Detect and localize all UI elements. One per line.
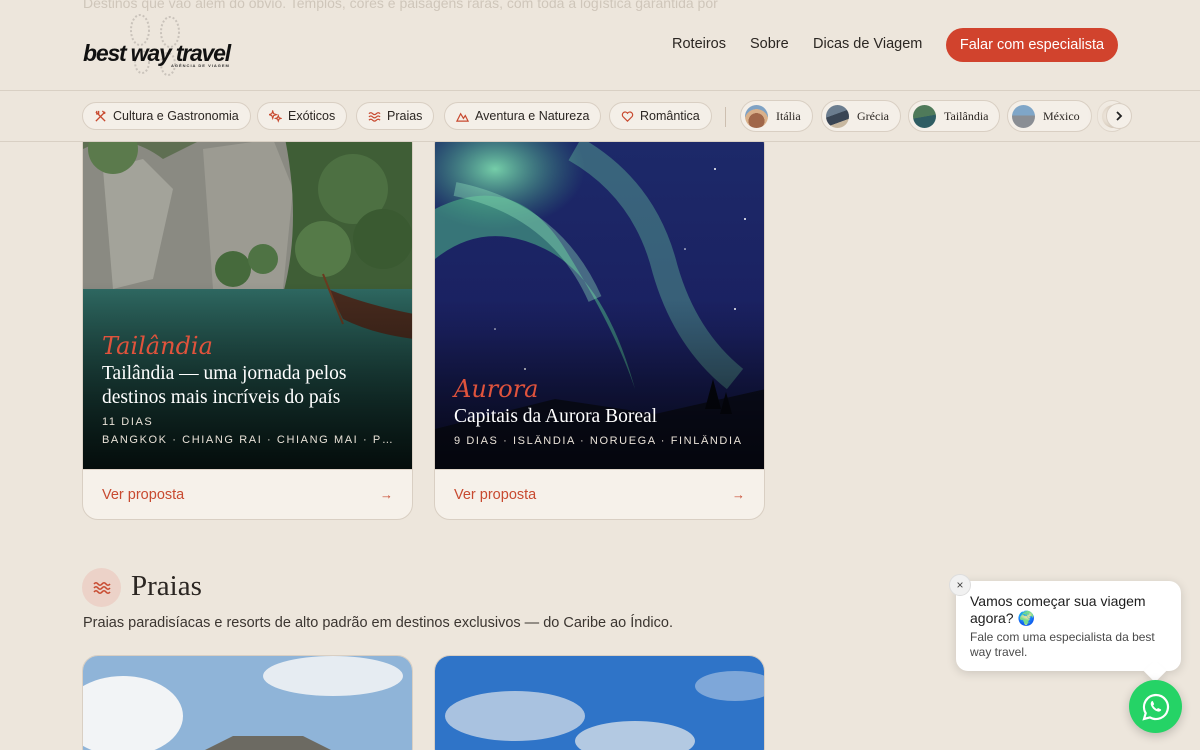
- card-script-title: Aurora: [454, 375, 539, 403]
- trip-card-praias-2[interactable]: [434, 655, 765, 750]
- nav-roteiros[interactable]: Roteiros: [672, 36, 726, 52]
- beach-photo: [435, 656, 764, 750]
- site-header: Destinos que vão além do óbvio. Templos,…: [0, 0, 1200, 91]
- filter-label: Exóticos: [288, 109, 336, 123]
- close-chat-bubble-button[interactable]: ×: [949, 574, 971, 596]
- view-proposal-link[interactable]: Ver proposta: [102, 487, 184, 503]
- heart-icon: [621, 110, 634, 122]
- card-places: BANGKOK · CHIANG RAI · CHIANG MAI · PHUK…: [102, 434, 393, 446]
- destination-label: México: [1043, 108, 1080, 123]
- logo-tagline: AGÊNCIA DE VIAGEM: [171, 63, 230, 68]
- arrow-right-icon: →: [380, 487, 393, 502]
- chat-bubble-subtitle: Fale com uma especialista da best way tr…: [970, 630, 1155, 659]
- chat-bubble-title: Vamos começar sua viagem agora? 🌍: [970, 593, 1146, 626]
- card-image-tailandia: Tailândia Tailândia — uma jornada pelos …: [83, 129, 412, 469]
- card-image-aurora: Aurora Capitais da Aurora Boreal 9 DIAS …: [435, 129, 764, 469]
- destination-tailandia[interactable]: Tailândia: [908, 100, 1001, 132]
- chat-bubble[interactable]: Vamos começar sua viagem agora? 🌍 Fale c…: [956, 581, 1181, 671]
- sparkle-icon: [269, 109, 282, 123]
- filter-label: Aventura e Natureza: [475, 109, 590, 123]
- card-title: Tailândia — uma jornada pelos destinos m…: [102, 363, 347, 408]
- view-proposal-link[interactable]: Ver proposta: [454, 487, 536, 503]
- card-script-title: Tailândia: [102, 332, 213, 360]
- card-text: Aurora Capitais da Aurora Boreal 9 DIAS …: [454, 375, 745, 447]
- destination-label: Grécia: [857, 108, 889, 123]
- utensils-icon: [95, 109, 106, 122]
- destination-grecia[interactable]: Grécia: [821, 100, 901, 132]
- card-footer: Ver proposta →: [435, 469, 764, 519]
- section-description: Praias paradisíacas e resorts de alto pa…: [83, 615, 673, 631]
- beach-photo: [83, 656, 412, 750]
- mexico-thumbnail: [1012, 104, 1035, 128]
- whatsapp-button[interactable]: [1129, 680, 1182, 733]
- card-meta: 9 DIAS · ISLÂNDIA · NORUEGA · FINLÂNDIA: [454, 435, 743, 447]
- grecia-thumbnail: [826, 104, 849, 128]
- destination-mexico[interactable]: México: [1007, 100, 1092, 132]
- destination-label: Itália: [776, 108, 801, 123]
- section-praias-icon: [82, 568, 121, 607]
- whatsapp-icon: [1141, 693, 1169, 721]
- card-footer: Ver proposta →: [83, 469, 412, 519]
- waves-icon: [368, 111, 381, 122]
- talk-to-specialist-button[interactable]: Falar com especialista: [946, 28, 1118, 62]
- filter-label: Praias: [387, 109, 423, 123]
- destination-label: Tailândia: [944, 108, 989, 123]
- trip-card-aurora[interactable]: Aurora Capitais da Aurora Boreal 9 DIAS …: [434, 128, 765, 520]
- chevron-right-icon: [1116, 111, 1123, 121]
- filter-label: Romântica: [640, 109, 700, 123]
- filter-romantica[interactable]: Romântica: [609, 102, 712, 130]
- section-title: Praias: [131, 570, 202, 602]
- logo[interactable]: best way travel AGÊNCIA DE VIAGEM: [83, 10, 233, 82]
- trip-card-praias-1[interactable]: [82, 655, 413, 750]
- nav-dicas-de-viagem[interactable]: Dicas de Viagem: [813, 36, 922, 52]
- filter-aventura-natureza[interactable]: Aventura e Natureza: [444, 102, 602, 130]
- filter-praias[interactable]: Praias: [356, 102, 435, 130]
- trip-card-tailandia[interactable]: Tailândia Tailândia — uma jornada pelos …: [82, 128, 413, 520]
- filter-cultura-gastronomia[interactable]: Cultura e Gastronomia: [82, 102, 251, 130]
- waves-icon: [92, 581, 111, 594]
- italia-thumbnail: [745, 104, 768, 128]
- filter-bar: Cultura e Gastronomia Exóticos Praias Av…: [0, 91, 1200, 142]
- card-text: Tailândia Tailândia — uma jornada pelos …: [102, 332, 393, 446]
- tailandia-thumbnail: [913, 104, 936, 128]
- filter-label: Cultura e Gastronomia: [113, 109, 239, 123]
- mountain-icon: [456, 111, 469, 122]
- arrow-right-icon: →: [732, 487, 745, 502]
- nav-sobre[interactable]: Sobre: [750, 36, 789, 52]
- filter-divider: [725, 107, 726, 127]
- card-title: Capitais da Aurora Boreal: [454, 406, 658, 427]
- destination-italia[interactable]: Itália: [740, 100, 813, 132]
- card-days: 11 DIAS: [102, 416, 154, 428]
- filters-scroll-next[interactable]: [1106, 103, 1132, 129]
- filter-exoticos[interactable]: Exóticos: [257, 102, 348, 130]
